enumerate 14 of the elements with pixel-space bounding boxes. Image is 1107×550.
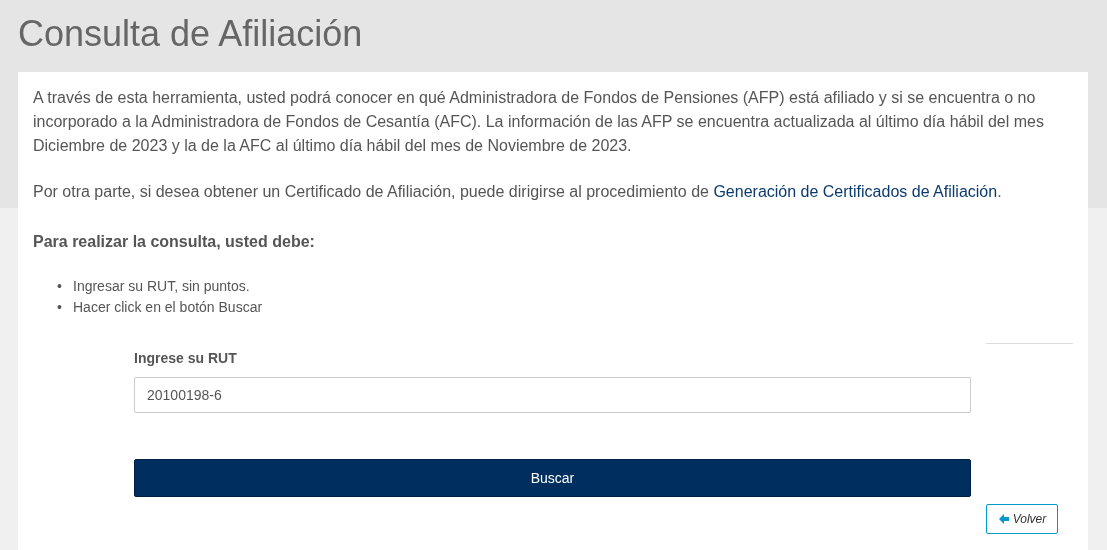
- rut-label: Ingrese su RUT: [134, 349, 238, 368]
- search-button[interactable]: Buscar: [134, 459, 971, 497]
- back-button[interactable]: Volver: [986, 504, 1058, 534]
- steps-heading: Para realizar la consulta, usted debe:: [33, 232, 316, 252]
- page-title: Consulta de Afiliación: [18, 12, 363, 56]
- bullet-marker: •: [57, 298, 63, 317]
- step-item: Ingresar su RUT, sin puntos.: [73, 277, 250, 296]
- certificate-link[interactable]: Generación de Certificados de Afiliación: [713, 183, 998, 200]
- step-item: Hacer click en el botón Buscar: [73, 298, 263, 317]
- arrow-left-icon: [997, 513, 1010, 525]
- intro-paragraph: A través de esta herramienta, usted podrá conocer en qué Administradora de Fondos de Pensiones (AFP) está afiliado y si se encuentra o no incorporado a la Administradora de Fondos de Cesantía (AFC). La información de las AFP se encuentra actualizada al último día hábil del mes Diciembre de 2023 y la de la AFC al último día hábil del mes de Noviembre de 2023.: [33, 88, 1045, 156]
- rut-input-field[interactable]: 20100198-6: [134, 377, 971, 413]
- certificate-paragraph: Por otra parte, si desea obtener un Certificado de Afiliación, puede dirigirse al procedimiento de Generación de Certificados de Afiliación.: [33, 182, 1003, 202]
- bullet-marker: •: [57, 277, 63, 296]
